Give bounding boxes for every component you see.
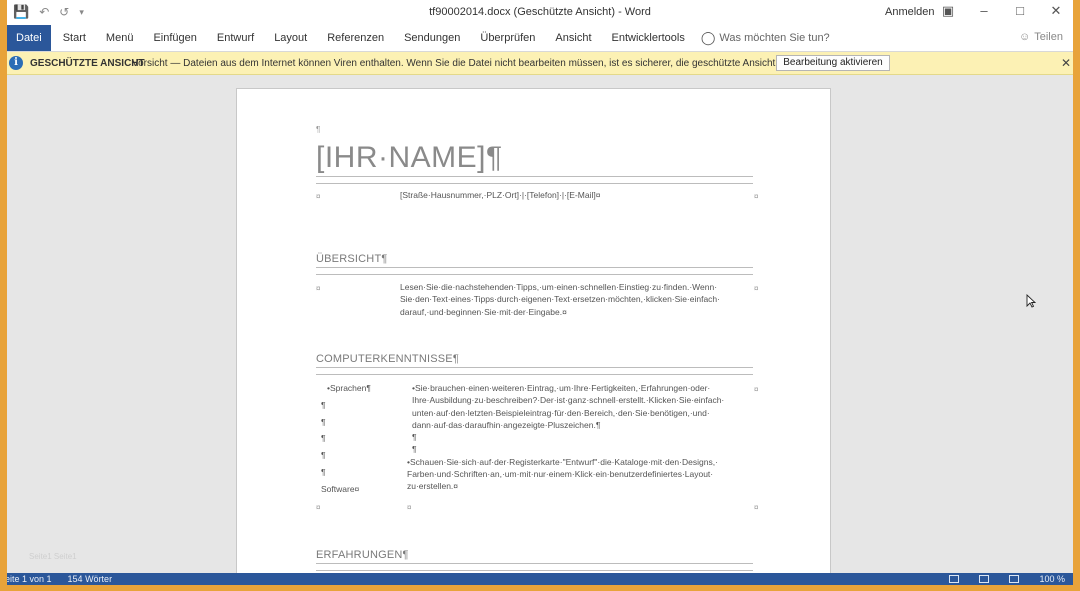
ribbon-tab-bar: Datei Start Menü Einfügen Entwurf Layout… <box>7 25 1073 52</box>
pilcrow-mark: ¶ <box>321 450 326 461</box>
footer-ghost-text: Seite1 Seite1 <box>29 552 77 561</box>
skills-left-column[interactable]: •Sprachen¶ ¶ ¶ ¶ ¶ ¶ Software¤ <box>321 380 371 498</box>
tab-sendungen[interactable]: Sendungen <box>394 25 470 51</box>
text-line: •Schauen·Sie·sich·auf·der·Registerkarte·… <box>407 456 718 467</box>
share-label: Teilen <box>1034 31 1063 43</box>
skills-category: Software¤ <box>321 483 360 494</box>
cell-mark: ¤ <box>407 503 412 512</box>
maximize-icon[interactable]: □ <box>1013 3 1027 19</box>
section-heading-skills[interactable]: COMPUTERKENNTNISSE¶ <box>316 353 459 365</box>
section-heading-overview[interactable]: ÜBERSICHT¶ <box>316 253 387 265</box>
cell-mark: ¤ <box>754 284 759 293</box>
overview-text[interactable]: Lesen·Sie·die·nachstehenden·Tipps,·um·ei… <box>400 281 720 318</box>
cell-mark: ¤ <box>754 503 759 512</box>
tab-entwurf[interactable]: Entwurf <box>207 25 264 51</box>
page-indicator[interactable]: Seite 1 von 1 <box>7 574 52 584</box>
lightbulb-icon: ◯ <box>700 30 716 45</box>
text-line: zu·erstellen.¤ <box>407 481 459 492</box>
document-page[interactable]: ¶ [IHR·NAME]¶ ¤ [Straße·Hausnummer,·PLZ·… <box>236 88 831 573</box>
person-icon: ☺ <box>1019 31 1031 43</box>
protected-view-title: GESCHÜTZTE ANSICHT <box>30 58 145 69</box>
divider <box>316 183 753 184</box>
divider <box>316 267 753 268</box>
tell-me-placeholder: Was möchten Sie tun? <box>719 32 830 44</box>
print-layout-icon[interactable] <box>979 575 990 583</box>
share-button[interactable]: ☺ Teilen <box>1019 31 1063 43</box>
text-line: darauf,·und·beginnen·Sie·mit·der·Eingabe… <box>400 306 567 317</box>
contact-line[interactable]: [Straße·Hausnummer,·PLZ·Ort]·|·[Telefon]… <box>400 190 600 200</box>
text-line: Farben·und·Schriften·an,·um·mit·nur·eine… <box>407 469 714 480</box>
pilcrow-mark: ¶ <box>321 466 326 477</box>
pilcrow-mark: ¶ <box>321 433 326 444</box>
text-line: Lesen·Sie·die·nachstehenden·Tipps,·um·ei… <box>400 282 718 292</box>
read-mode-icon[interactable] <box>949 575 960 583</box>
close-bar-icon[interactable]: ✕ <box>1061 56 1071 70</box>
divider <box>316 367 753 368</box>
text-line: unten·auf·den·letzten·Beispieleintrag·fü… <box>412 407 710 418</box>
tab-ansicht[interactable]: Ansicht <box>545 25 601 51</box>
status-bar: Seite 1 von 1 154 Wörter 100 % <box>7 573 1073 585</box>
tab-menu[interactable]: Menü <box>96 25 144 51</box>
divider <box>316 374 753 375</box>
pilcrow-mark: ¶ <box>321 399 326 410</box>
sign-in-link[interactable]: Anmelden <box>885 6 935 18</box>
tab-start[interactable]: Start <box>53 25 96 51</box>
skills-right-column[interactable]: •Sie·brauchen·einen·weiteren·Eintrag,·um… <box>407 382 724 493</box>
window-controls: ▣ – □ ✕ <box>941 3 1063 19</box>
pilcrow-mark: ¶ <box>412 444 417 455</box>
divider <box>316 563 753 564</box>
info-icon: i <box>9 56 23 70</box>
protected-view-message: Vorsicht — Dateien aus dem Internet könn… <box>132 58 844 69</box>
text-line: dann·auf·das·daraufhin·angezeigte·Plusze… <box>412 419 601 430</box>
close-icon[interactable]: ✕ <box>1049 3 1063 19</box>
document-canvas[interactable]: ¶ [IHR·NAME]¶ ¤ [Straße·Hausnummer,·PLZ·… <box>7 76 1073 573</box>
tab-ueberpruefen[interactable]: Überprüfen <box>470 25 545 51</box>
divider <box>316 176 753 177</box>
enable-editing-button[interactable]: Bearbeitung aktivieren <box>776 55 890 71</box>
tab-einfuegen[interactable]: Einfügen <box>143 25 206 51</box>
section-heading-experience[interactable]: ERFAHRUNGEN¶ <box>316 549 409 561</box>
cell-mark: ¤ <box>316 192 321 201</box>
cell-mark: ¤ <box>754 385 759 394</box>
tab-layout[interactable]: Layout <box>264 25 317 51</box>
word-window: 💾 ↶ ↺ ▾ tf90002014.docx (Geschützte Ansi… <box>7 0 1073 585</box>
text-line: Ihre·Ausbildung·zu·beschreiben?·Der·ist·… <box>412 395 725 406</box>
tab-datei[interactable]: Datei <box>7 25 51 51</box>
text-line: •Sie·brauchen·einen·weiteren·Eintrag,·um… <box>412 383 711 393</box>
cell-mark: ¤ <box>754 192 759 201</box>
name-heading[interactable]: [IHR·NAME]¶ <box>316 141 503 175</box>
text-line: Sie·den·Text·eines·Tipps·durch·eigenen·T… <box>400 294 720 305</box>
tell-me-box[interactable]: ◯ Was möchten Sie tun? <box>701 25 830 51</box>
skills-category: •Sprachen¶ <box>327 383 371 393</box>
tab-entwicklertools[interactable]: Entwicklertools <box>602 25 695 51</box>
minimize-icon[interactable]: – <box>977 3 991 19</box>
protected-view-bar: i GESCHÜTZTE ANSICHT Vorsicht — Dateien … <box>7 52 1073 75</box>
pilcrow-mark: ¶ <box>321 416 326 427</box>
web-layout-icon[interactable] <box>1009 575 1020 583</box>
title-bar: 💾 ↶ ↺ ▾ tf90002014.docx (Geschützte Ansi… <box>7 0 1073 25</box>
zoom-level[interactable]: 100 % <box>1039 574 1065 584</box>
cell-mark: ¤ <box>316 503 321 512</box>
pilcrow-mark: ¶ <box>316 125 321 134</box>
divider <box>316 274 753 275</box>
tab-referenzen[interactable]: Referenzen <box>317 25 394 51</box>
divider <box>316 570 753 571</box>
cell-mark: ¤ <box>316 284 321 293</box>
mouse-pointer-icon <box>1026 294 1036 308</box>
ribbon-display-options-icon[interactable]: ▣ <box>941 3 955 19</box>
word-count[interactable]: 154 Wörter <box>68 574 113 584</box>
pilcrow-mark: ¶ <box>412 432 417 443</box>
